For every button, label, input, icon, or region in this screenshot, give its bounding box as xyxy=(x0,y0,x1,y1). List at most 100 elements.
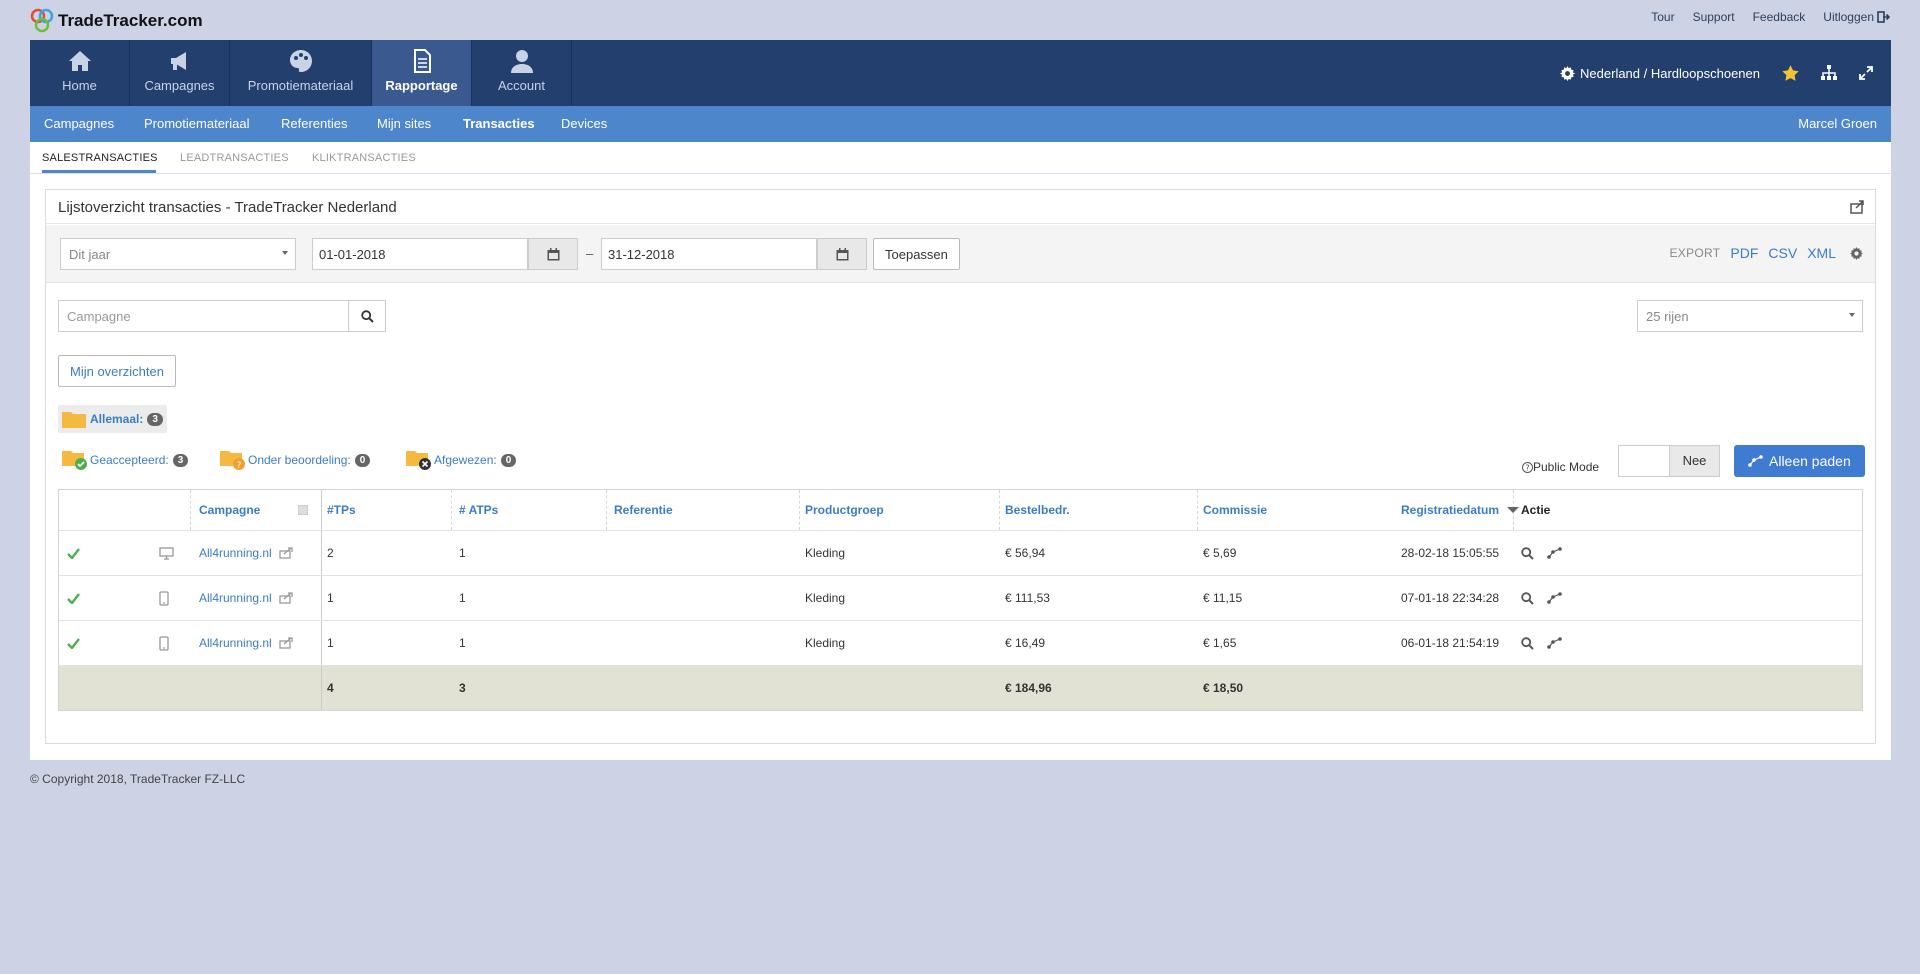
campaign-link[interactable]: All4running.nl xyxy=(199,636,272,650)
table-header-row: Campagne #TPs # ATPs Referentie Productg… xyxy=(59,490,1862,531)
campaign-cell[interactable]: All4running.nl xyxy=(199,621,294,665)
subnav-mijn-sites[interactable]: Mijn sites xyxy=(377,116,431,131)
calendar-icon xyxy=(836,248,849,261)
subnav-referenties[interactable]: Referenties xyxy=(281,116,347,131)
export-pdf-link[interactable]: PDF xyxy=(1730,245,1758,261)
period-select[interactable]: Dit jaar xyxy=(60,238,296,270)
public-mode: ? Public Mode xyxy=(1522,460,1599,474)
tps-cell: 1 xyxy=(327,591,334,605)
nav-tab-rapportage[interactable]: Rapportage xyxy=(372,40,472,106)
status-pending[interactable]: ? Onder beoordeling: 0 xyxy=(220,449,371,471)
total-amount: € 184,96 xyxy=(1005,681,1052,695)
campaign-link[interactable]: All4running.nl xyxy=(199,591,272,605)
support-link[interactable]: Support xyxy=(1693,10,1735,24)
share-icon[interactable] xyxy=(279,547,294,559)
date-separator: – xyxy=(586,246,594,261)
site-selector[interactable]: Nederland / Hardloopschoenen xyxy=(1560,65,1760,81)
nav-tab-label: Home xyxy=(62,78,97,93)
table-row[interactable]: All4running.nl 2 1 Kleding € 56,94 € 5,69 28-0… xyxy=(59,531,1862,576)
status-pending-label: Onder beoordeling: xyxy=(248,453,351,467)
star-icon[interactable] xyxy=(1782,65,1799,81)
campaign-cell[interactable]: All4running.nl xyxy=(199,531,294,575)
public-mode-toggle[interactable]: Nee xyxy=(1618,445,1720,477)
tab-salestransacties[interactable]: SALESTRANSACTIES xyxy=(42,152,158,164)
paths-only-button[interactable]: Alleen paden xyxy=(1734,445,1865,477)
view-action[interactable] xyxy=(1521,576,1534,620)
settings-gear-icon[interactable] xyxy=(1850,246,1863,260)
table-row[interactable]: All4running.nl 1 1 Kleding € 16,49 € 1,65 06-0… xyxy=(59,621,1862,666)
share-icon[interactable] xyxy=(279,637,294,649)
export-xml-link[interactable]: XML xyxy=(1807,245,1836,261)
tab-leadtransacties[interactable]: LEADTRANSACTIES xyxy=(180,152,289,164)
commission-cell: € 1,65 xyxy=(1203,636,1237,650)
my-overviews-button[interactable]: Mijn overzichten xyxy=(58,355,176,387)
share-icon[interactable] xyxy=(1850,200,1865,214)
expand-icon[interactable] xyxy=(1859,66,1873,80)
productgroep-cell: Kleding xyxy=(805,546,846,560)
status-accepted[interactable]: Geaccepteerd: 3 xyxy=(62,449,189,471)
path-icon xyxy=(1547,637,1562,649)
date-to-calendar-button[interactable] xyxy=(817,238,867,270)
status-all[interactable]: Allemaal: 3 xyxy=(58,405,167,433)
col-referentie[interactable]: Referentie xyxy=(614,490,673,530)
nav-tab-campagnes[interactable]: Campagnes xyxy=(130,40,230,106)
tab-kliktransacties[interactable]: KLIKTRANSACTIES xyxy=(312,152,416,164)
campaign-link[interactable]: All4running.nl xyxy=(199,546,272,560)
share-icon[interactable] xyxy=(279,592,294,604)
subnav-transacties[interactable]: Transacties xyxy=(463,116,535,131)
total-atps: 3 xyxy=(459,681,466,695)
date-to-input[interactable]: 31-12-2018 xyxy=(601,238,817,270)
view-action[interactable] xyxy=(1521,531,1534,575)
main-nav: Home Campagnes Promotiemateriaal Rapport… xyxy=(30,40,1891,106)
brand-logo[interactable]: TradeTracker.com xyxy=(30,5,203,37)
total-commission: € 18,50 xyxy=(1203,681,1244,695)
col-campagne[interactable]: Campagne xyxy=(199,490,260,530)
feedback-link[interactable]: Feedback xyxy=(1753,10,1806,24)
logout-link[interactable]: Uitloggen xyxy=(1823,10,1890,24)
table-body: All4running.nl 2 1 Kleding € 56,94 € 5,69 28-0… xyxy=(59,531,1862,666)
toggle-off-segment xyxy=(1619,446,1669,476)
export-csv-link[interactable]: CSV xyxy=(1768,245,1797,261)
status-accepted-count: 3 xyxy=(172,453,189,467)
path-action[interactable] xyxy=(1547,531,1562,575)
status-rejected[interactable]: Afgewezen: 0 xyxy=(406,449,517,471)
campaign-search-input[interactable]: Campagne xyxy=(58,300,349,332)
folder-rejected-icon xyxy=(406,451,431,470)
col-productgroep[interactable]: Productgroep xyxy=(805,490,884,530)
nav-tab-account[interactable]: Account xyxy=(472,40,572,106)
user-icon xyxy=(510,50,533,73)
active-tab-indicator xyxy=(42,170,156,173)
col-bestelbedrag[interactable]: Bestelbedr. xyxy=(1005,490,1070,530)
nav-tab-promotiemateriaal[interactable]: Promotiemateriaal xyxy=(230,40,372,106)
date-from-calendar-button[interactable] xyxy=(528,238,578,270)
path-action[interactable] xyxy=(1547,576,1562,620)
nav-tab-home[interactable]: Home xyxy=(30,40,130,106)
subnav-promotiemateriaal[interactable]: Promotiemateriaal xyxy=(144,116,250,131)
subnav-campagnes[interactable]: Campagnes xyxy=(44,116,114,131)
tour-link[interactable]: Tour xyxy=(1651,10,1674,24)
col-tps[interactable]: #TPs xyxy=(327,490,356,530)
table-row[interactable]: All4running.nl 1 1 Kleding € 111,53 € 11,15 07… xyxy=(59,576,1862,621)
accepted-check-icon xyxy=(67,576,80,620)
atps-cell: 1 xyxy=(459,546,466,560)
folder-pending-icon: ? xyxy=(220,451,245,471)
apply-button[interactable]: Toepassen xyxy=(873,238,960,270)
productgroep-cell: Kleding xyxy=(805,591,846,605)
path-action[interactable] xyxy=(1547,621,1562,665)
transaction-tabs: SALESTRANSACTIES LEADTRANSACTIES KLIKTRA… xyxy=(30,142,1891,174)
user-name[interactable]: Marcel Groen xyxy=(1798,116,1877,131)
subnav-devices[interactable]: Devices xyxy=(561,116,607,131)
sitemap-icon[interactable] xyxy=(1821,65,1837,81)
column-settings-icon[interactable] xyxy=(298,490,308,530)
rows-per-page-select[interactable]: 25 rijen xyxy=(1637,300,1863,332)
top-links: Tour Support Feedback Uitloggen xyxy=(1651,10,1890,24)
col-commissie[interactable]: Commissie xyxy=(1203,490,1267,530)
col-atps[interactable]: # ATPs xyxy=(459,490,498,530)
site-selector-label: Nederland / Hardloopschoenen xyxy=(1580,65,1760,81)
view-action[interactable] xyxy=(1521,621,1534,665)
date-from-input[interactable]: 01-01-2018 xyxy=(312,238,528,270)
campaign-search-button[interactable] xyxy=(348,300,386,332)
col-registratiedatum[interactable]: Registratiedatum xyxy=(1401,490,1520,530)
campaign-cell[interactable]: All4running.nl xyxy=(199,576,294,620)
logout-icon xyxy=(1877,11,1890,23)
